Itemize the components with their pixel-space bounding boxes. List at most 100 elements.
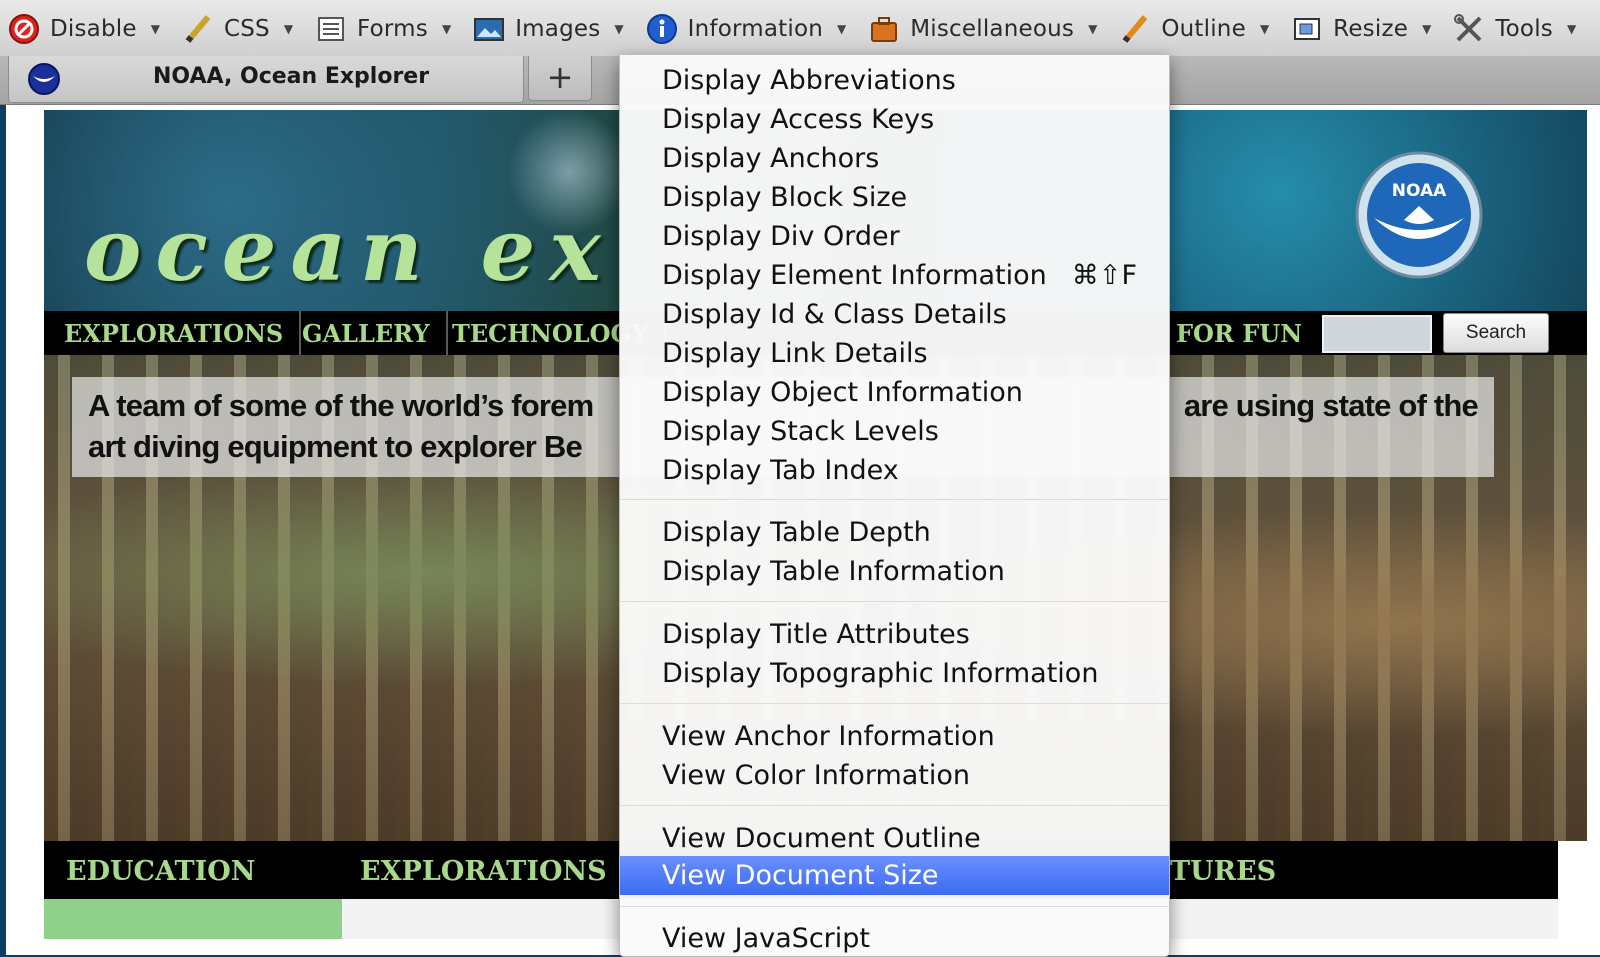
toolbar-css-label: CSS — [223, 16, 270, 42]
toolbar-tools-menu[interactable]: Tools ▼ — [1445, 0, 1590, 58]
new-tab-button[interactable]: + — [528, 56, 592, 101]
nav-gallery[interactable]: GALLERY — [302, 311, 448, 355]
menu-item-label: Display Title Attributes — [662, 619, 970, 650]
menu-item-display-anchors[interactable]: Display Anchors — [620, 139, 1169, 178]
menu-item-label: View Document Outline — [662, 823, 981, 854]
menu-item-view-javascript[interactable]: View JavaScript — [620, 919, 1169, 956]
miscellaneous-icon — [868, 13, 900, 45]
menu-item-display-tab-index[interactable]: Display Tab Index — [620, 451, 1169, 490]
nav-explorations[interactable]: EXPLORATIONS — [64, 311, 302, 355]
toolbar-images-label: Images — [515, 16, 601, 42]
toolbar-resize-menu[interactable]: Resize ▼ — [1283, 0, 1445, 58]
caption-line2: art diving equipment to explorer Be — [88, 429, 583, 464]
menu-item-view-document-size[interactable]: View Document Size — [620, 856, 1169, 895]
toolbar-outline-label: Outline — [1161, 16, 1246, 42]
chevron-down-icon: ▼ — [283, 22, 294, 36]
tools-icon — [1453, 13, 1485, 45]
menu-item-display-block-size[interactable]: Display Block Size — [620, 178, 1169, 217]
toolbar-resize-label: Resize — [1333, 16, 1409, 42]
menu-separator — [620, 906, 1169, 907]
menu-item-display-link-details[interactable]: Display Link Details — [620, 334, 1169, 373]
toolbar-forms-menu[interactable]: Forms ▼ — [307, 0, 465, 58]
sidebar-strip — [44, 899, 342, 939]
forms-icon — [315, 13, 347, 45]
menu-item-label: Display Element Information — [662, 260, 1047, 291]
resize-icon — [1291, 13, 1323, 45]
menu-item-label: Display Object Information — [662, 377, 1023, 408]
menu-item-display-table-information[interactable]: Display Table Information — [620, 552, 1169, 591]
menu-item-display-div-order[interactable]: Display Div Order — [620, 217, 1169, 256]
nav-for-fun[interactable]: FOR FUN — [1176, 311, 1318, 355]
menu-item-display-element-information[interactable]: Display Element Information ⌘⇧F — [620, 256, 1169, 295]
images-icon — [473, 13, 505, 45]
disable-icon — [8, 13, 40, 45]
toolbar-options-menu[interactable] — [1590, 0, 1600, 58]
toolbar-disable-menu[interactable]: Disable ▼ — [0, 0, 174, 58]
toolbar-css-menu[interactable]: CSS ▼ — [174, 0, 307, 58]
chevron-down-icon: ▼ — [837, 22, 847, 36]
menu-item-display-title-attributes[interactable]: Display Title Attributes — [620, 615, 1169, 654]
toolbar-outline-menu[interactable]: Outline ▼ — [1111, 0, 1283, 58]
noaa-logo-text: NOAA — [1392, 181, 1447, 201]
chevron-down-icon: ▼ — [1259, 22, 1270, 36]
menu-item-display-abbreviations[interactable]: Display Abbreviations — [620, 61, 1169, 100]
toolbar-miscellaneous-menu[interactable]: Miscellaneous ▼ — [860, 0, 1111, 58]
chevron-down-icon: ▼ — [614, 22, 624, 36]
chevron-down-icon: ▼ — [150, 22, 160, 36]
menu-item-view-document-outline[interactable]: View Document Outline — [620, 819, 1169, 858]
menu-item-view-anchor-information[interactable]: View Anchor Information — [620, 717, 1169, 756]
toolbar-tools-label: Tools — [1495, 16, 1553, 42]
menu-item-label: View JavaScript — [662, 923, 870, 954]
menu-item-label: Display Block Size — [662, 182, 908, 213]
banner-title: ocean ex — [84, 200, 615, 301]
toolbar-information-label: Information — [687, 16, 823, 42]
menu-item-label: Display Stack Levels — [662, 416, 939, 447]
toolbar-disable-label: Disable — [50, 16, 137, 42]
information-dropdown-menu: Display Abbreviations Display Access Key… — [619, 54, 1170, 957]
menu-item-display-access-keys[interactable]: Display Access Keys — [620, 100, 1169, 139]
menu-item-label: Display Topographic Information — [662, 658, 1099, 689]
menu-item-view-color-information[interactable]: View Color Information — [620, 756, 1169, 795]
menu-item-display-table-depth[interactable]: Display Table Depth — [620, 513, 1169, 552]
menu-item-display-id-class-details[interactable]: Display Id & Class Details — [620, 295, 1169, 334]
search-input[interactable] — [1322, 315, 1432, 353]
menu-item-label: View Anchor Information — [662, 721, 995, 752]
menu-item-label: Display Access Keys — [662, 104, 935, 135]
menu-separator — [620, 703, 1169, 704]
chevron-down-icon: ▼ — [1422, 22, 1432, 36]
toolbar-information-menu[interactable]: Information ▼ — [638, 0, 861, 58]
menu-item-label: Display Anchors — [662, 143, 880, 174]
nav-education[interactable]: EDUCATION — [66, 841, 255, 899]
noaa-logo-icon[interactable]: NOAA — [1354, 150, 1484, 280]
toolbar-images-menu[interactable]: Images ▼ — [465, 0, 637, 58]
menu-item-label: Display Tab Index — [662, 455, 899, 486]
menu-item-label: Display Link Details — [662, 338, 928, 369]
tab-title: NOAA, Ocean Explorer — [153, 64, 430, 89]
chevron-down-icon: ▼ — [1566, 22, 1577, 36]
caption-line1: A team of some of the world’s forem — [88, 388, 594, 423]
menu-separator — [620, 805, 1169, 806]
info-icon — [646, 13, 678, 45]
menu-item-label: Display Id & Class Details — [662, 299, 1007, 330]
menu-item-display-topographic-information[interactable]: Display Topographic Information — [620, 654, 1169, 693]
toolbar-forms-label: Forms — [357, 16, 428, 42]
search-button[interactable]: Search — [1443, 313, 1549, 353]
caption-line1-end: are using state of the — [1183, 388, 1479, 423]
menu-separator — [620, 601, 1169, 602]
chevron-down-icon: ▼ — [1088, 22, 1098, 36]
toolbar-miscellaneous-label: Miscellaneous — [910, 16, 1075, 42]
menu-item-display-stack-levels[interactable]: Display Stack Levels — [620, 412, 1169, 451]
nav-features[interactable]: TURES — [1170, 841, 1276, 899]
tab-noaa-ocean-explorer[interactable]: NOAA, Ocean Explorer — [8, 56, 524, 103]
web-developer-toolbar: Disable ▼ CSS ▼ Forms ▼ Images ▼ Informa… — [0, 0, 1600, 59]
noaa-favicon-icon — [27, 62, 61, 96]
outline-pencil-icon — [1119, 13, 1151, 45]
menu-item-label: Display Abbreviations — [662, 65, 956, 96]
menu-item-label: View Color Information — [662, 760, 971, 791]
keyboard-shortcut: ⌘⇧F — [1071, 260, 1137, 291]
chevron-down-icon: ▼ — [441, 22, 452, 36]
menu-item-label: Display Table Information — [662, 556, 1005, 587]
nav-explorations-bottom[interactable]: EXPLORATIONS — [360, 841, 607, 899]
menu-item-display-object-information[interactable]: Display Object Information — [620, 373, 1169, 412]
menu-item-label: Display Table Depth — [662, 517, 931, 548]
